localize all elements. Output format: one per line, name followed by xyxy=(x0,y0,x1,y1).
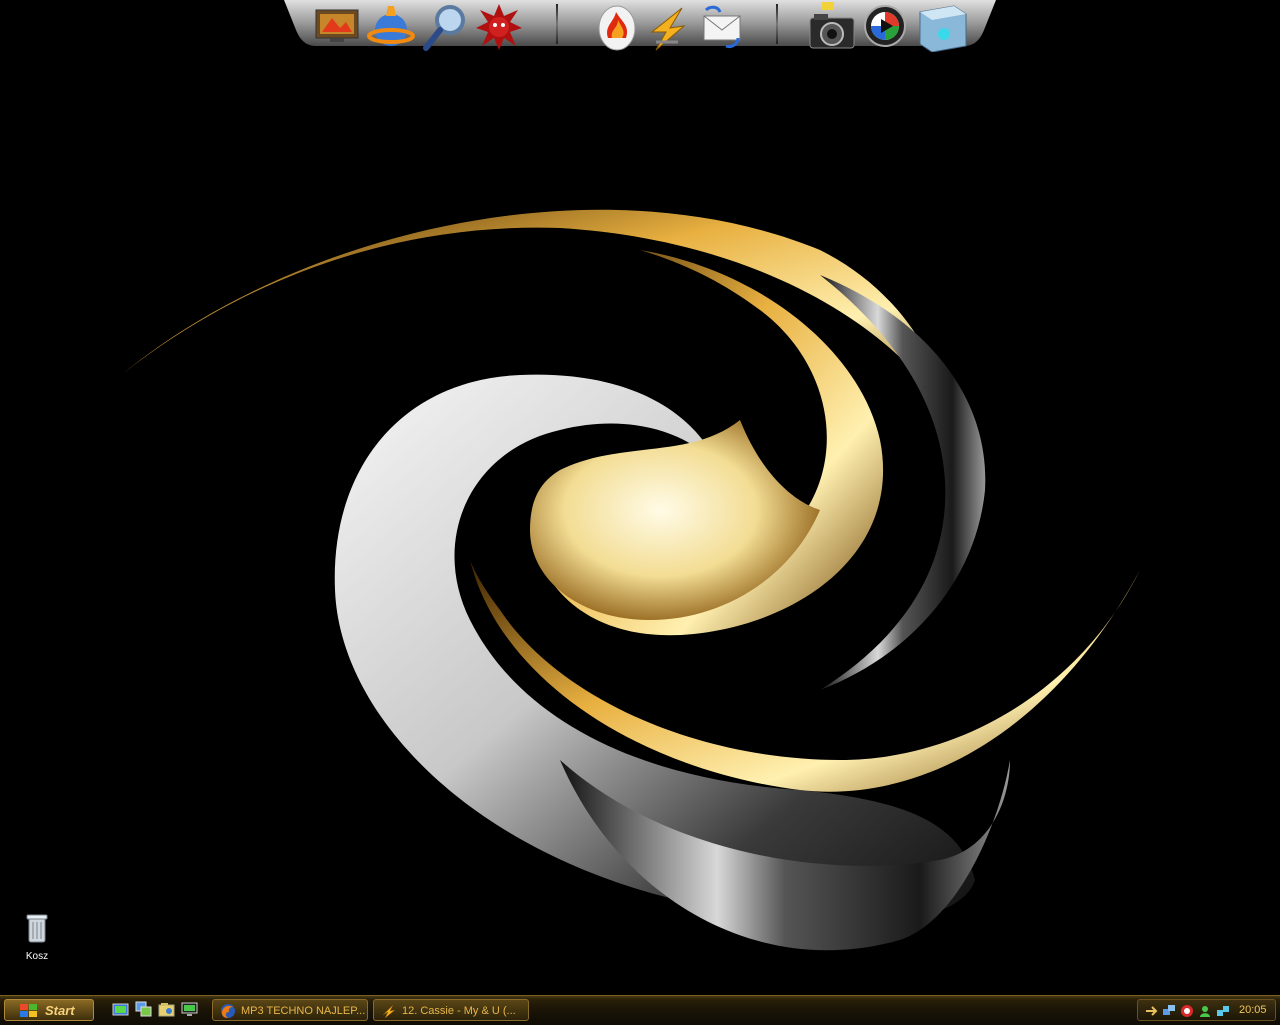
desktop-icon-recycle-bin[interactable]: Kosz xyxy=(14,912,60,968)
globe-rocket-icon[interactable] xyxy=(366,2,416,52)
desktop-icon-label: Kosz xyxy=(25,951,49,962)
display-icon[interactable] xyxy=(181,1001,198,1018)
mail-sync-icon[interactable] xyxy=(696,2,746,52)
fire-egg-icon[interactable] xyxy=(592,2,642,52)
clock[interactable]: 20:05 xyxy=(1239,1004,1267,1016)
start-button[interactable]: Start xyxy=(4,999,94,1021)
task-label: 12. Cassie - My & U (... xyxy=(402,1005,516,1017)
task-button-winamp[interactable]: 12. Cassie - My & U (... xyxy=(373,999,529,1021)
explorer-icon[interactable] xyxy=(158,1001,175,1018)
firefox-icon xyxy=(221,1004,235,1018)
network-icon[interactable] xyxy=(1162,1004,1176,1018)
application-dock xyxy=(284,0,996,53)
task-label: MP3 TECHNO NAJLEP... xyxy=(241,1005,366,1017)
camera-icon[interactable] xyxy=(806,2,856,52)
winamp-icon xyxy=(382,1004,396,1019)
show-desktop-icon[interactable] xyxy=(112,1001,129,1018)
screen-cube-icon[interactable] xyxy=(914,2,967,53)
window-switch-icon[interactable] xyxy=(135,1001,152,1018)
lightning-app-icon[interactable] xyxy=(642,2,692,52)
taskbar: Start MP3 TECHNO NAJLEP... 12. Cassie - … xyxy=(0,995,1280,1025)
windows-logo-icon xyxy=(20,1004,37,1017)
recycle-bin-icon xyxy=(26,914,48,943)
desktop-picture-icon[interactable] xyxy=(312,2,362,52)
red-virus-icon[interactable] xyxy=(474,2,524,52)
messenger-icon[interactable] xyxy=(1198,1004,1212,1018)
magnifier-icon[interactable] xyxy=(420,2,470,52)
start-label: Start xyxy=(45,1003,75,1018)
system-tray: 20:05 xyxy=(1137,999,1276,1021)
connection-icon[interactable] xyxy=(1216,1004,1230,1018)
arrow-icon[interactable] xyxy=(1144,1004,1158,1018)
media-player-icon[interactable] xyxy=(860,2,910,52)
desktop[interactable]: Kosz xyxy=(0,0,1280,995)
swirl-wallpaper xyxy=(125,209,1140,951)
antivirus-icon[interactable] xyxy=(1180,1004,1194,1018)
task-button-firefox[interactable]: MP3 TECHNO NAJLEP... xyxy=(212,999,368,1021)
